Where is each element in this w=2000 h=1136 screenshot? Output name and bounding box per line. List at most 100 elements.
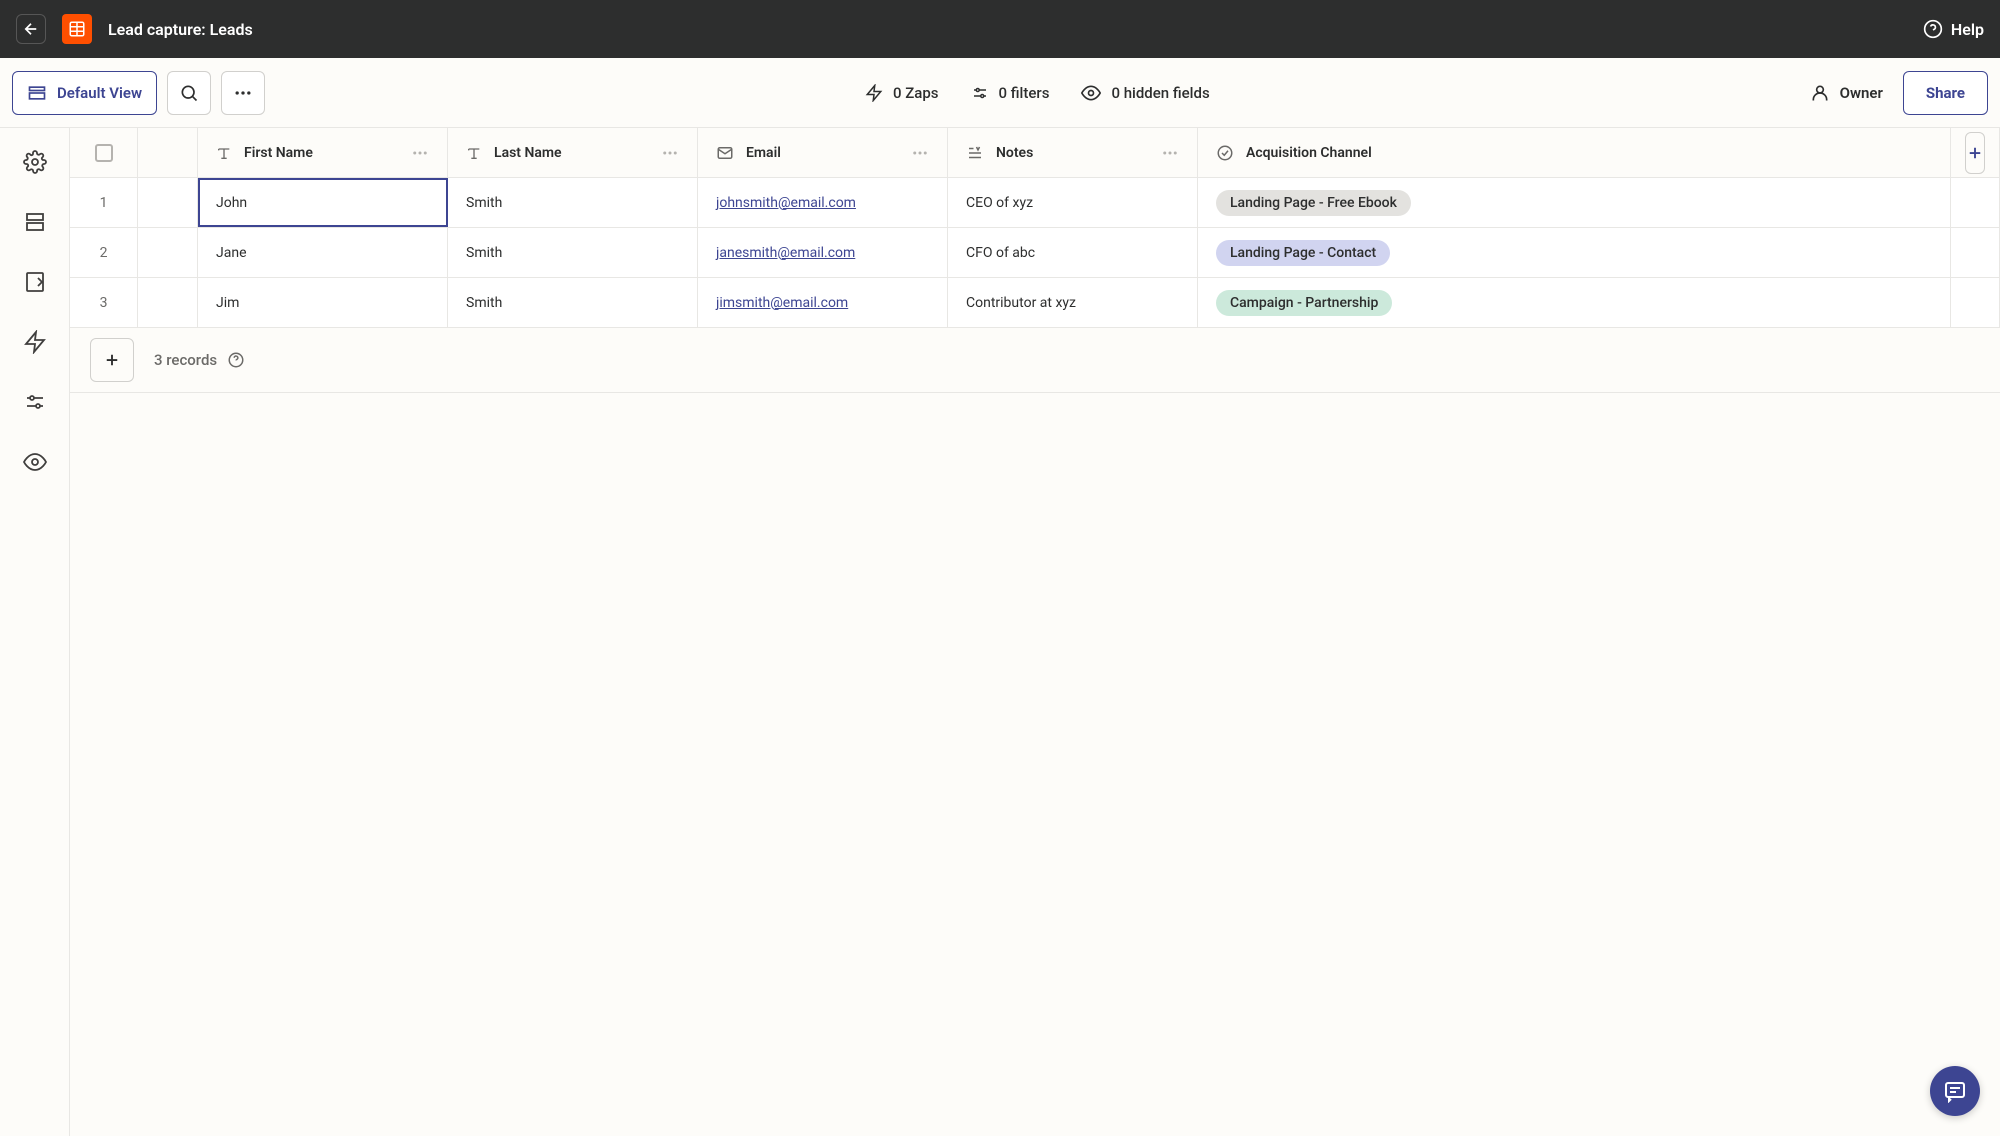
sidebar-settings[interactable] — [21, 148, 49, 176]
channel-tag: Campaign - Partnership — [1216, 290, 1392, 316]
text-icon — [466, 145, 482, 161]
share-label: Share — [1926, 84, 1965, 102]
add-column-button[interactable] — [1965, 132, 1985, 174]
plus-icon — [103, 351, 121, 369]
sidebar-tables[interactable] — [21, 208, 49, 236]
column-label: Email — [746, 145, 899, 161]
column-header-channel[interactable]: Acquisition Channel — [1198, 128, 1950, 177]
left-sidebar — [0, 128, 70, 1136]
cell-channel[interactable]: Campaign - Partnership — [1198, 278, 1950, 327]
select-icon — [1216, 144, 1234, 162]
plus-icon — [1966, 144, 1984, 162]
row-expand[interactable] — [138, 228, 198, 277]
cell-email[interactable]: jimsmith@email.com — [698, 278, 948, 327]
cell-last-name[interactable]: Smith — [448, 178, 698, 227]
table-row: 2 Jane Smith janesmith@email.com CFO of … — [70, 228, 2000, 278]
view-label: Default View — [57, 84, 142, 102]
email-link[interactable]: janesmith@email.com — [716, 245, 855, 261]
more-options-button[interactable] — [221, 71, 265, 115]
column-menu-button[interactable] — [661, 144, 679, 162]
sidebar-automations[interactable] — [21, 328, 49, 356]
cell-channel[interactable]: Landing Page - Free Ebook — [1198, 178, 1950, 227]
sidebar-filters[interactable] — [21, 388, 49, 416]
help-label: Help — [1951, 20, 1984, 39]
records-count: 3 records — [154, 351, 245, 369]
row-expand[interactable] — [138, 278, 198, 327]
more-horizontal-icon — [661, 144, 679, 162]
table-row: 1 John Smith johnsmith@email.com CEO of … — [70, 178, 2000, 228]
help-circle-icon[interactable] — [227, 351, 245, 369]
column-label: Acquisition Channel — [1246, 145, 1932, 161]
row-expand[interactable] — [138, 178, 198, 227]
eye-icon — [23, 450, 47, 474]
cell-last-name[interactable]: Smith — [448, 278, 698, 327]
column-menu-button[interactable] — [1161, 144, 1179, 162]
column-header-first-name[interactable]: First Name — [198, 128, 448, 177]
cell-channel[interactable]: Landing Page - Contact — [1198, 228, 1950, 277]
toolbar: Default View 0 Zaps 0 filters 0 hidden f… — [0, 58, 2000, 128]
form-icon — [23, 270, 47, 294]
zaps-label: 0 Zaps — [893, 84, 939, 102]
column-menu-button[interactable] — [911, 144, 929, 162]
hidden-fields-label: 0 hidden fields — [1111, 84, 1209, 102]
email-link[interactable]: jimsmith@email.com — [716, 295, 848, 311]
zaps-button[interactable]: 0 Zaps — [865, 83, 939, 103]
sliders-icon — [23, 390, 47, 414]
chat-icon — [1943, 1079, 1967, 1103]
mail-icon — [716, 144, 734, 162]
cell-first-name[interactable]: John — [198, 178, 448, 227]
user-icon — [1810, 83, 1830, 103]
search-icon — [179, 83, 199, 103]
filters-label: 0 filters — [999, 84, 1050, 102]
email-link[interactable]: johnsmith@email.com — [716, 195, 856, 211]
row-end-spacer — [1950, 178, 2000, 227]
table-row: 3 Jim Smith jimsmith@email.com Contribut… — [70, 278, 2000, 328]
owner-label: Owner — [1840, 84, 1883, 102]
chat-fab-button[interactable] — [1930, 1066, 1980, 1116]
row-end-spacer — [1950, 228, 2000, 277]
app-header: Lead capture: Leads Help — [0, 0, 2000, 58]
column-header-email[interactable]: Email — [698, 128, 948, 177]
add-column-cell — [1950, 128, 2000, 177]
row-number[interactable]: 2 — [70, 228, 138, 277]
cell-first-name[interactable]: Jane — [198, 228, 448, 277]
row-number[interactable]: 3 — [70, 278, 138, 327]
add-row-button[interactable] — [90, 338, 134, 382]
text-icon — [216, 145, 232, 161]
hidden-fields-button[interactable]: 0 hidden fields — [1081, 83, 1209, 103]
cell-notes[interactable]: Contributor at xyz — [948, 278, 1198, 327]
share-button[interactable]: Share — [1903, 71, 1988, 115]
back-button[interactable] — [16, 14, 46, 44]
more-horizontal-icon — [1161, 144, 1179, 162]
longtext-icon — [966, 144, 984, 162]
select-all-checkbox[interactable] — [95, 144, 113, 162]
page-title: Lead capture: Leads — [108, 20, 253, 39]
arrow-left-icon — [22, 20, 40, 38]
cell-notes[interactable]: CFO of abc — [948, 228, 1198, 277]
owner-button[interactable]: Owner — [1810, 83, 1883, 103]
help-button[interactable]: Help — [1923, 19, 1984, 39]
expand-header — [138, 128, 198, 177]
channel-tag: Landing Page - Contact — [1216, 240, 1390, 266]
cell-last-name[interactable]: Smith — [448, 228, 698, 277]
cell-notes[interactable]: CEO of xyz — [948, 178, 1198, 227]
channel-tag: Landing Page - Free Ebook — [1216, 190, 1411, 216]
more-horizontal-icon — [911, 144, 929, 162]
table-footer: 3 records — [70, 328, 2000, 393]
filters-button[interactable]: 0 filters — [971, 83, 1050, 103]
sidebar-form[interactable] — [21, 268, 49, 296]
view-selector-button[interactable]: Default View — [12, 71, 157, 115]
more-horizontal-icon — [233, 83, 253, 103]
cell-first-name[interactable]: Jim — [198, 278, 448, 327]
row-number[interactable]: 1 — [70, 178, 138, 227]
column-menu-button[interactable] — [411, 144, 429, 162]
search-button[interactable] — [167, 71, 211, 115]
cell-email[interactable]: janesmith@email.com — [698, 228, 948, 277]
column-label: Last Name — [494, 145, 649, 161]
sidebar-visibility[interactable] — [21, 448, 49, 476]
column-label: Notes — [996, 145, 1149, 161]
zap-icon — [865, 84, 883, 102]
cell-email[interactable]: johnsmith@email.com — [698, 178, 948, 227]
column-header-last-name[interactable]: Last Name — [448, 128, 698, 177]
column-header-notes[interactable]: Notes — [948, 128, 1198, 177]
